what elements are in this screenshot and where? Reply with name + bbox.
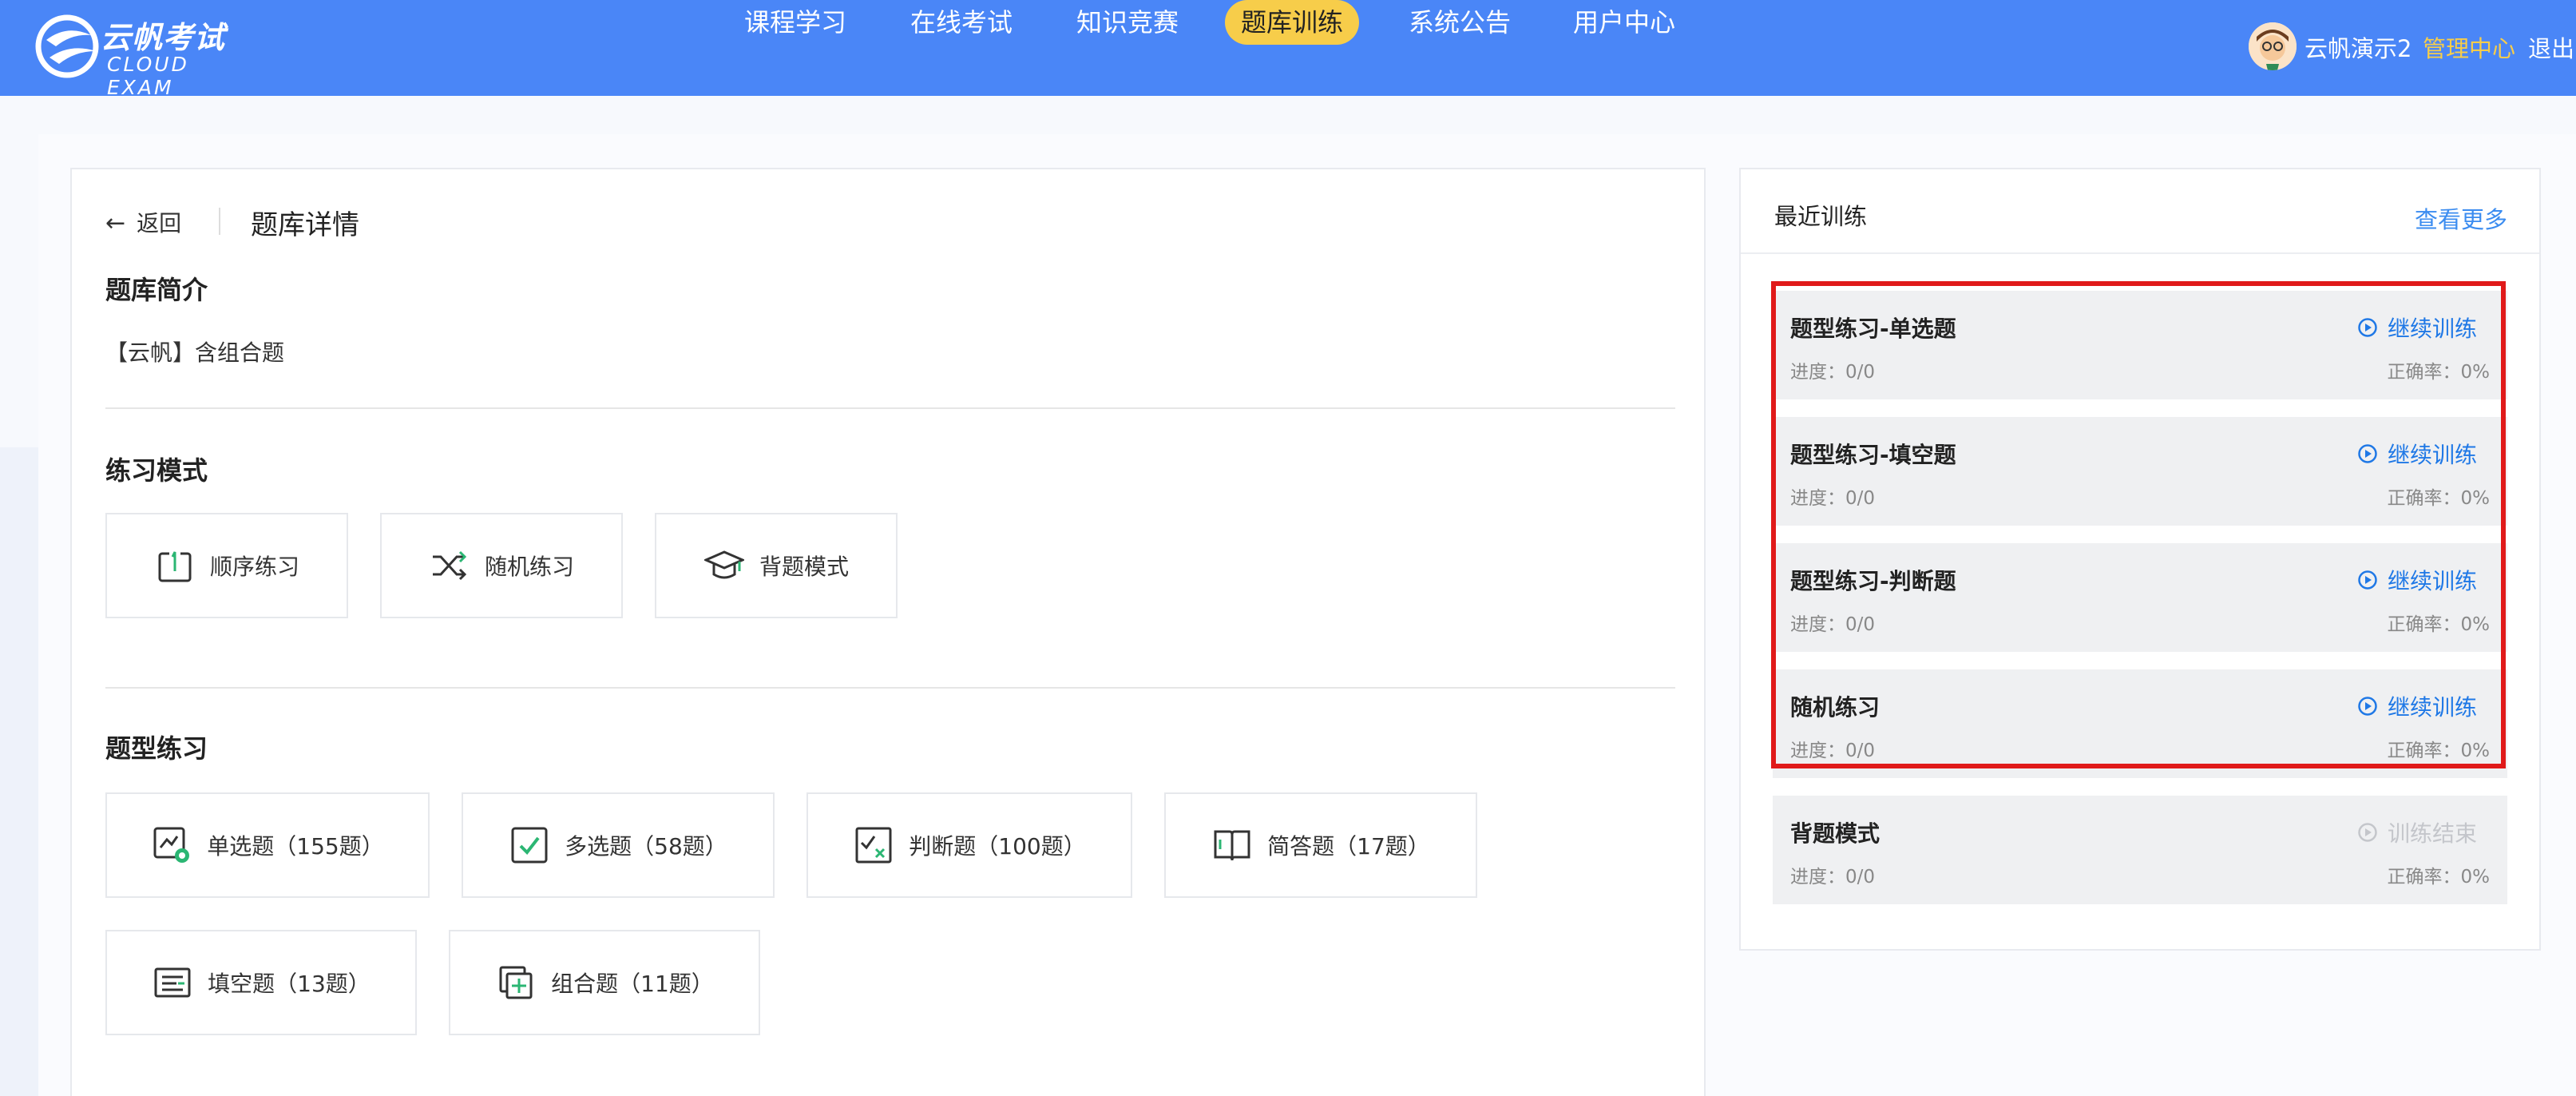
type-tile-single-choice[interactable]: 单选题（155题） <box>105 792 430 898</box>
sequence-icon <box>154 545 196 586</box>
recent-item: 题型练习-单选题 继续训练 进度：0/0 正确率：0% <box>1773 291 2507 399</box>
type-tile-fill-blank[interactable]: 填空题（13题） <box>105 930 417 1035</box>
recent-item-progress: 进度：0/0 <box>1790 741 1876 761</box>
mode-section-title: 练习模式 <box>105 455 208 486</box>
type-label: 判断题（100题） <box>909 833 1086 860</box>
back-button[interactable]: ← 返回 <box>105 206 181 238</box>
type-tile-multi-choice[interactable]: 多选题（58题） <box>462 792 775 898</box>
action-label: 继续训练 <box>2387 442 2477 468</box>
admin-center-link[interactable]: 管理中心 <box>2423 30 2515 64</box>
title-divider <box>219 208 220 235</box>
play-circle-icon <box>2358 318 2377 337</box>
logo-text: 云帆考试 <box>101 20 226 55</box>
page-side-shade <box>0 447 38 1096</box>
recent-item-accuracy: 正确率：0% <box>2387 741 2491 761</box>
divider <box>105 687 1675 689</box>
recent-item: 题型练习-判断题 继续训练 进度：0/0 正确率：0% <box>1773 543 2507 652</box>
type-tile-judge[interactable]: 判断题（100题） <box>806 792 1132 898</box>
shuffle-icon <box>429 545 470 586</box>
recent-item-accuracy: 正确率：0% <box>2387 867 2491 888</box>
nav-course[interactable]: 课程学习 <box>744 0 846 45</box>
logo-icon <box>35 14 99 78</box>
nav-contest[interactable]: 知识竞赛 <box>1076 0 1179 45</box>
play-circle-icon <box>2358 697 2377 716</box>
recent-item-progress: 进度：0/0 <box>1790 867 1876 888</box>
arrow-left-icon: ← <box>105 209 126 237</box>
recent-item-accuracy: 正确率：0% <box>2387 488 2491 509</box>
logo-subtext: CLOUD EXAM <box>107 53 189 99</box>
back-label: 返回 <box>137 210 182 236</box>
recent-item: 随机练习 继续训练 进度：0/0 正确率：0% <box>1773 669 2507 778</box>
recent-item-progress: 进度：0/0 <box>1790 488 1876 509</box>
recent-item-name: 题型练习-填空题 <box>1790 442 1956 468</box>
avatar[interactable] <box>2249 22 2297 70</box>
book-icon <box>1211 824 1253 866</box>
action-label: 继续训练 <box>2387 694 2477 721</box>
page-title: 题库详情 <box>251 209 359 241</box>
recent-item-name: 背题模式 <box>1790 820 1880 847</box>
type-label: 填空题（13题） <box>208 971 371 997</box>
avatar-icon <box>2249 22 2297 70</box>
type-label: 组合题（11题） <box>551 971 714 997</box>
recent-item-progress: 进度：0/0 <box>1790 362 1876 383</box>
type-section-title: 题型练习 <box>105 733 208 764</box>
combo-icon <box>495 962 537 1003</box>
divider <box>1741 252 2539 254</box>
recent-item-name: 题型练习-单选题 <box>1790 316 1956 342</box>
question-bank-detail-card: ← 返回 题库详情 题库简介 【云帆】含组合题 练习模式 顺序练习 随机练习 背题… <box>70 168 1706 1096</box>
play-circle-icon <box>2358 823 2377 842</box>
recent-item-accuracy: 正确率：0% <box>2387 362 2491 383</box>
mode-label: 随机练习 <box>484 554 574 580</box>
recent-item-accuracy: 正确率：0% <box>2387 614 2491 635</box>
play-circle-icon <box>2358 570 2377 590</box>
nav-question-bank[interactable]: 题库训练 <box>1225 0 1360 45</box>
type-label: 多选题（58题） <box>565 833 727 860</box>
multi-choice-icon <box>509 824 550 866</box>
single-choice-icon <box>151 824 192 866</box>
recent-item-name: 随机练习 <box>1790 694 1880 721</box>
fill-blank-icon <box>152 962 193 1003</box>
graduation-cap-icon <box>703 545 745 586</box>
mode-tile-random[interactable]: 随机练习 <box>380 513 623 618</box>
type-tile-combo[interactable]: 组合题（11题） <box>449 930 760 1035</box>
recent-item: 背题模式 训练结束 进度：0/0 正确率：0% <box>1773 796 2507 904</box>
play-circle-icon <box>2358 444 2377 463</box>
nav-user-center[interactable]: 用户中心 <box>1573 0 1675 45</box>
logo[interactable]: 云帆考试 CLOUD EXAM <box>35 11 259 99</box>
recent-training-card: 最近训练 查看更多 题型练习-单选题 继续训练 进度：0/0 正确率：0% 题型… <box>1739 168 2541 951</box>
continue-training-button[interactable]: 继续训练 <box>2357 438 2477 470</box>
mode-label: 背题模式 <box>759 554 849 580</box>
recent-item-name: 题型练习-判断题 <box>1790 568 1956 594</box>
logout-link[interactable]: 退出 <box>2528 30 2574 64</box>
mode-label: 顺序练习 <box>209 554 299 580</box>
recent-item-progress: 进度：0/0 <box>1790 614 1876 635</box>
training-ended-button: 训练结束 <box>2357 816 2477 848</box>
nav-exam[interactable]: 在线考试 <box>910 0 1013 45</box>
action-label: 训练结束 <box>2387 820 2477 847</box>
user-name[interactable]: 云帆演示2 <box>2305 30 2412 64</box>
mode-tile-sequence[interactable]: 顺序练习 <box>105 513 348 618</box>
action-label: 继续训练 <box>2387 316 2477 342</box>
continue-training-button[interactable]: 继续训练 <box>2357 690 2477 722</box>
judge-icon <box>853 824 894 866</box>
action-label: 继续训练 <box>2387 568 2477 594</box>
continue-training-button[interactable]: 继续训练 <box>2357 312 2477 343</box>
intro-text: 【云帆】含组合题 <box>105 340 285 366</box>
top-header: 云帆考试 CLOUD EXAM 课程学习 在线考试 知识竞赛 题库训练 系统公告… <box>0 0 2576 99</box>
divider <box>105 407 1675 409</box>
type-label: 单选题（155题） <box>207 833 384 860</box>
continue-training-button[interactable]: 继续训练 <box>2357 564 2477 596</box>
type-label: 简答题（17题） <box>1267 833 1430 860</box>
view-more-link[interactable]: 查看更多 <box>2415 201 2507 235</box>
intro-section-title: 题库简介 <box>105 275 208 305</box>
type-tile-short-answer[interactable]: 简答题（17题） <box>1164 792 1477 898</box>
mode-tile-memorize[interactable]: 背题模式 <box>655 513 898 618</box>
recent-title: 最近训练 <box>1774 203 1868 230</box>
nav-notice[interactable]: 系统公告 <box>1409 0 1511 45</box>
recent-item: 题型练习-填空题 继续训练 进度：0/0 正确率：0% <box>1773 417 2507 526</box>
